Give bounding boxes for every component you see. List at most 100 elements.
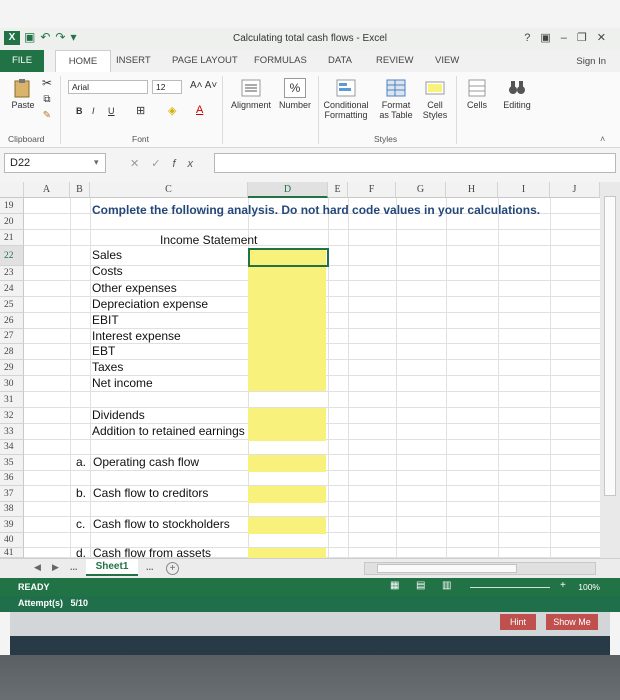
cut-icon[interactable]: ✂ bbox=[40, 76, 54, 90]
font-name-select[interactable]: Arial bbox=[68, 80, 148, 94]
cells-button[interactable]: Cells bbox=[462, 78, 492, 110]
answer-cells-income[interactable] bbox=[248, 267, 326, 391]
tab-data[interactable]: DATA bbox=[328, 55, 352, 66]
row-header-27[interactable]: 27 bbox=[0, 329, 24, 344]
row-header-35[interactable]: 35 bbox=[0, 455, 24, 471]
tab-insert[interactable]: INSERT bbox=[116, 55, 151, 66]
select-all-corner[interactable] bbox=[0, 182, 24, 198]
row-header-29[interactable]: 29 bbox=[0, 360, 24, 376]
row-header-26[interactable]: 26 bbox=[0, 313, 24, 329]
editing-button[interactable]: Editing bbox=[498, 78, 536, 110]
row-header-21[interactable]: 21 bbox=[0, 230, 24, 246]
restore-icon[interactable]: ❐ bbox=[577, 32, 597, 44]
answer-cells-dividends[interactable] bbox=[248, 408, 326, 441]
row-header-41[interactable]: 41 bbox=[0, 548, 24, 558]
prev-sheet-icon[interactable]: ◀ bbox=[34, 562, 41, 573]
show-me-button[interactable]: Show Me bbox=[546, 614, 598, 630]
row-header-28[interactable]: 28 bbox=[0, 344, 24, 360]
conditional-formatting-button[interactable]: Conditional Formatting bbox=[320, 78, 372, 120]
row-header-30[interactable]: 30 bbox=[0, 376, 24, 392]
hint-button[interactable]: Hint bbox=[500, 614, 536, 630]
row-header-37[interactable]: 37 bbox=[0, 486, 24, 502]
row-header-38[interactable]: 38 bbox=[0, 502, 24, 517]
horizontal-scrollbar[interactable] bbox=[364, 562, 596, 575]
sheets-ellipsis-right[interactable]: ... bbox=[146, 562, 154, 572]
row-header-22[interactable]: 22 bbox=[0, 246, 24, 266]
zoom-slider[interactable] bbox=[470, 587, 550, 588]
row-header-39[interactable]: 39 bbox=[0, 517, 24, 533]
row-header-20[interactable]: 20 bbox=[0, 214, 24, 230]
sign-in-link[interactable]: Sign In bbox=[576, 56, 606, 67]
row-header-36[interactable]: 36 bbox=[0, 471, 24, 486]
tab-page-layout[interactable]: PAGE LAYOUT bbox=[172, 55, 238, 66]
col-header-a[interactable]: A bbox=[24, 182, 70, 198]
close-icon[interactable]: ✕ bbox=[597, 32, 616, 44]
answer-cell-a[interactable] bbox=[248, 455, 326, 472]
col-header-d[interactable]: D bbox=[248, 182, 328, 198]
row-header-19[interactable]: 19 bbox=[0, 198, 24, 214]
zoom-in-icon[interactable]: + bbox=[560, 580, 566, 591]
answer-cell-b[interactable] bbox=[248, 486, 326, 503]
cell-styles-button[interactable]: Cell Styles bbox=[418, 78, 452, 120]
row-header-34[interactable]: 34 bbox=[0, 440, 24, 455]
tab-review[interactable]: REVIEW bbox=[376, 55, 413, 66]
row-header-25[interactable]: 25 bbox=[0, 297, 24, 313]
page-break-view-icon[interactable]: ▥ bbox=[442, 580, 451, 591]
name-box-dropdown-icon[interactable]: ▾ bbox=[94, 157, 99, 168]
horizontal-scroll-thumb[interactable] bbox=[377, 564, 517, 573]
tab-home[interactable]: HOME bbox=[55, 50, 111, 72]
row-header-23[interactable]: 23 bbox=[0, 266, 24, 281]
format-as-table-button[interactable]: Format as Table bbox=[376, 78, 416, 120]
col-header-e[interactable]: E bbox=[328, 182, 348, 198]
col-header-g[interactable]: G bbox=[396, 182, 446, 198]
cancel-icon[interactable]: ✕ bbox=[130, 158, 151, 170]
bold-button[interactable]: B bbox=[76, 106, 83, 116]
format-painter-icon[interactable]: ✎ bbox=[40, 110, 54, 121]
col-header-c[interactable]: C bbox=[90, 182, 248, 198]
row-header-32[interactable]: 32 bbox=[0, 408, 24, 424]
worksheet-grid[interactable]: A B C D E F G H I J 19 20 21 22 23 24 25 26 27 28… bbox=[0, 182, 600, 560]
normal-view-icon[interactable]: ▦ bbox=[390, 580, 399, 591]
alignment-button[interactable]: Alignment bbox=[228, 78, 274, 110]
ribbon-options-icon[interactable]: ▣ bbox=[540, 32, 560, 44]
col-header-i[interactable]: I bbox=[498, 182, 550, 198]
underline-button[interactable]: U bbox=[108, 106, 115, 116]
borders-icon[interactable]: ⊞ bbox=[136, 104, 145, 117]
vertical-scroll-thumb[interactable] bbox=[604, 196, 616, 496]
fill-color-icon[interactable]: ◈ bbox=[168, 104, 176, 117]
col-header-h[interactable]: H bbox=[446, 182, 498, 198]
row-header-33[interactable]: 33 bbox=[0, 424, 24, 440]
tab-file[interactable]: FILE bbox=[0, 50, 44, 72]
name-box[interactable]: D22 bbox=[4, 153, 106, 173]
font-color-icon[interactable]: A bbox=[196, 104, 203, 116]
italic-button[interactable]: I bbox=[92, 106, 95, 116]
active-cell-d22[interactable] bbox=[248, 248, 329, 267]
add-sheet-button[interactable]: + bbox=[166, 562, 179, 575]
tab-view[interactable]: VIEW bbox=[435, 55, 459, 66]
vertical-scrollbar[interactable] bbox=[600, 182, 620, 558]
row-header-31[interactable]: 31 bbox=[0, 392, 24, 408]
page-layout-view-icon[interactable]: ▤ bbox=[416, 580, 425, 591]
zoom-level[interactable]: 100% bbox=[578, 582, 600, 592]
row-header-40[interactable]: 40 bbox=[0, 533, 24, 548]
row-header-24[interactable]: 24 bbox=[0, 281, 24, 297]
col-header-j[interactable]: J bbox=[550, 182, 600, 198]
sheet-tab-sheet1[interactable]: Sheet1 bbox=[86, 559, 138, 576]
col-header-b[interactable]: B bbox=[70, 182, 90, 198]
col-header-f[interactable]: F bbox=[348, 182, 396, 198]
sheets-ellipsis-left[interactable]: ... bbox=[70, 562, 78, 572]
tab-formulas[interactable]: FORMULAS bbox=[254, 55, 307, 66]
next-sheet-icon[interactable]: ▶ bbox=[52, 562, 59, 573]
collapse-ribbon-icon[interactable]: ˄ bbox=[600, 134, 605, 144]
copy-icon[interactable]: ⧉ bbox=[40, 94, 54, 105]
answer-cell-d[interactable] bbox=[248, 548, 326, 558]
enter-icon[interactable]: ✓ bbox=[151, 158, 172, 170]
insert-function-icon[interactable]: fx bbox=[172, 158, 205, 170]
number-button[interactable]: % Number bbox=[276, 78, 314, 110]
formula-input[interactable] bbox=[214, 153, 616, 173]
font-size-select[interactable]: 12 bbox=[152, 80, 182, 94]
paste-button[interactable]: Paste bbox=[6, 78, 40, 110]
minimize-icon[interactable]: – bbox=[561, 32, 577, 44]
help-icon[interactable]: ? bbox=[524, 32, 540, 44]
answer-cell-c[interactable] bbox=[248, 517, 326, 534]
